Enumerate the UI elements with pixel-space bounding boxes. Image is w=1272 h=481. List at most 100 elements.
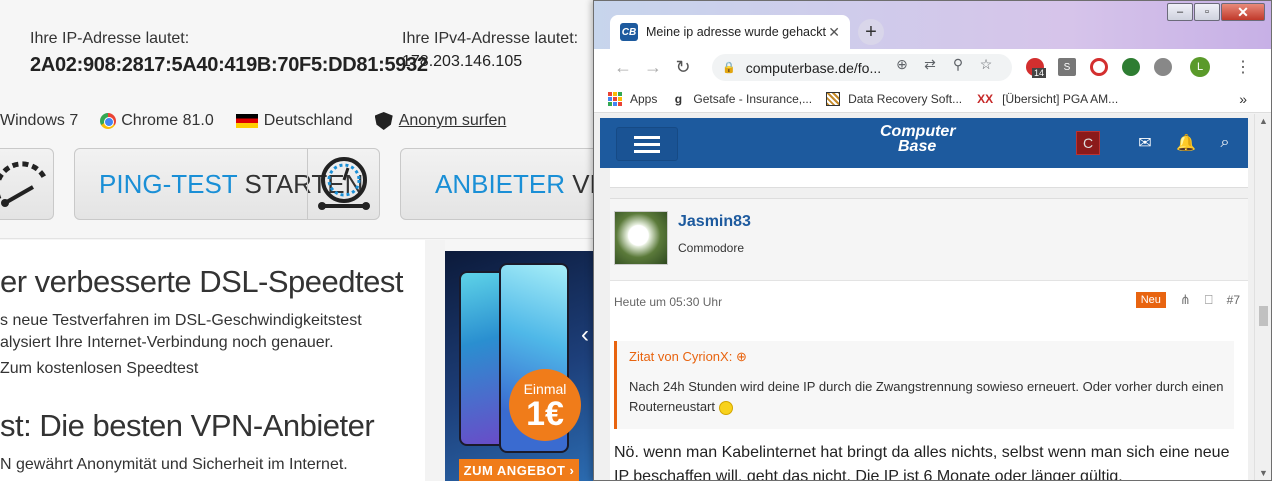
bookmark-data-recovery[interactable]: Data Recovery Soft... <box>826 91 962 106</box>
data-recovery-icon <box>826 91 841 106</box>
share-icon[interactable]: ⋔ <box>1180 292 1191 308</box>
logo-text-top: Computer <box>880 123 956 140</box>
profile-avatar[interactable]: L <box>1190 57 1210 77</box>
extension-red-icon[interactable]: 14 <box>1026 58 1047 78</box>
tab-title: Meine ip adresse wurde gehackt <box>646 25 826 39</box>
bookmark-apps[interactable]: Apps <box>608 91 657 106</box>
quote-source[interactable]: Zitat von CyrionX: ⊕ <box>629 349 747 365</box>
apps-grid-icon <box>608 91 622 106</box>
extensions-area: 14 S L <box>1026 57 1210 78</box>
speedometer-icon <box>0 161 48 207</box>
anon-info[interactable]: Anonym surfen <box>374 112 507 130</box>
ad-prev-arrow-icon[interactable]: ‹ <box>581 321 589 349</box>
getsafe-icon: g <box>674 91 683 106</box>
phone-advertisement[interactable]: ‹ Einmal 1€ ZUM ANGEBOT › <box>445 251 593 481</box>
forward-arrow-icon[interactable]: → <box>638 57 668 78</box>
price-badge: Einmal 1€ <box>509 369 581 441</box>
add-icon[interactable]: ⊕ <box>888 56 916 73</box>
maximize-button[interactable]: ▫ <box>1194 3 1220 21</box>
ping-test-button[interactable]: PING-TEST STARTEN <box>74 148 380 220</box>
computerbase-navbar: Computer Base C ✉ 🔔 ⌕ <box>600 118 1248 168</box>
articles-column: er verbesserte DSL-Speedtest s neue Test… <box>0 240 425 481</box>
reload-icon[interactable]: ↻ <box>668 57 698 78</box>
forum-post: Jasmin83 Commodore Heute um 05:30 Uhr Ne… <box>610 198 1248 480</box>
mail-icon[interactable]: ✉ <box>1136 133 1154 153</box>
smiley-icon <box>718 400 733 415</box>
bookmark-star-icon[interactable]: ☆ <box>972 56 1000 73</box>
ipv4-label: Ihre IPv4-Adresse lautet: <box>402 30 579 47</box>
os-label: Windows 7 <box>0 112 79 129</box>
post-username[interactable]: Jasmin83 <box>678 213 751 231</box>
article-text-line: N gewährt Anonymität und Sicherheit im I… <box>0 456 348 473</box>
logo-text-bottom: Base <box>898 138 937 155</box>
post-actions: Neu ⋔ ⎕ #7 <box>1135 292 1240 308</box>
new-tab-button[interactable]: + <box>858 19 884 45</box>
anonym-surfen-link[interactable]: Anonym surfen <box>399 112 507 130</box>
chrome-icon <box>100 113 117 129</box>
ping-gauge-box <box>307 149 379 219</box>
new-badge: Neu <box>1135 292 1166 308</box>
post-number[interactable]: #7 <box>1227 293 1240 307</box>
bookmarks-more-icon[interactable]: » <box>1239 91 1247 107</box>
scroll-down-icon[interactable]: ▼ <box>1259 468 1268 478</box>
url-text: computerbase.de/fo... <box>745 59 882 76</box>
extension-film-icon[interactable] <box>1154 58 1172 76</box>
article-text-line: s neue Testverfahren im DSL-Geschwindigk… <box>0 312 362 329</box>
ipv4-address-block: Ihre IPv4-Adresse lautet: 178.203.146.10… <box>402 30 578 71</box>
zoom-icon[interactable]: ⚲ <box>944 56 972 73</box>
column-separator <box>425 240 445 481</box>
computerbase-favicon-icon: CB <box>620 23 638 41</box>
menu-kebab-icon[interactable]: ⋮ <box>1235 57 1251 77</box>
translate-icon[interactable]: ⇄ <box>916 56 944 73</box>
os-info: Windows 7 <box>0 112 78 130</box>
previous-post-edge <box>610 168 1248 188</box>
ad-cta-button[interactable]: ZUM ANGEBOT › <box>459 459 579 481</box>
post-user-rank: Commodore <box>678 241 745 255</box>
vpn-shield-icon <box>374 112 393 130</box>
ping-gauge-icon <box>317 157 370 210</box>
close-window-button[interactable]: ✕ <box>1221 3 1265 21</box>
article-title-speedtest[interactable]: er verbesserte DSL-Speedtest <box>0 264 404 300</box>
country-info: Deutschland <box>235 112 353 130</box>
post-timestamp[interactable]: Heute um 05:30 Uhr <box>614 295 722 309</box>
user-avatar[interactable] <box>614 211 668 265</box>
page-viewport: Computer Base C ✉ 🔔 ⌕ Jasmin83 Commodore… <box>594 114 1271 480</box>
omnibox-actions: ⊕ ⇄ ⚲ ☆ <box>888 56 1000 73</box>
bell-icon[interactable]: 🔔 <box>1176 133 1196 153</box>
ip-value: 2A02:908:2817:5A40:419B:70F5:DD81:5932 <box>30 54 428 76</box>
section-divider <box>0 238 600 239</box>
pga-icon: XX <box>977 91 994 106</box>
block-extension-icon[interactable] <box>1090 58 1108 76</box>
extension-globe-icon[interactable] <box>1122 58 1140 76</box>
chrome-window: CB Meine ip adresse wurde gehackt ✕ + – … <box>593 0 1272 481</box>
speedtest-button[interactable] <box>0 148 54 220</box>
quote-text: Nach 24h Stunden wird deine IP durch die… <box>629 379 1224 415</box>
browser-toolbar: ← → ↻ 🔒 computerbase.de/fo... ⊕ ⇄ ⚲ ☆ 14… <box>594 49 1271 85</box>
article-title-vpn[interactable]: st: Die besten VPN-Anbieter <box>0 408 375 444</box>
bookmark-icon[interactable]: ⎕ <box>1205 292 1213 308</box>
speedtest-link[interactable]: Zum kostenlosen Speedtest <box>0 358 198 380</box>
bookmark-pga[interactable]: XX [Übersicht] PGA AM... <box>976 92 1118 106</box>
hamburger-menu-icon[interactable] <box>616 127 678 161</box>
navbar-actions: C ✉ 🔔 ⌕ <box>1076 131 1234 155</box>
minimize-button[interactable]: – <box>1167 3 1193 21</box>
computerbase-logo[interactable]: Computer Base <box>880 123 956 155</box>
ip-address-block: Ihre IP-Adresse lautet: 2A02:908:2817:5A… <box>30 30 428 77</box>
lock-icon: 🔒 <box>722 62 736 74</box>
page-scrollbar[interactable]: ▲ ▼ <box>1254 114 1271 480</box>
user-account-button[interactable]: C <box>1076 131 1100 155</box>
bookmark-getsafe[interactable]: g Getsafe - Insurance,... <box>671 92 812 106</box>
extension-badge: 14 <box>1032 68 1047 78</box>
system-info-row: Windows 7 Chrome 81.0 Deutschland Anonym… <box>0 112 528 130</box>
back-arrow-icon[interactable]: ← <box>608 57 638 78</box>
scroll-up-icon[interactable]: ▲ <box>1259 116 1268 126</box>
browser-tab-active[interactable]: CB Meine ip adresse wurde gehackt ✕ <box>610 15 850 49</box>
scroll-thumb[interactable] <box>1259 306 1268 326</box>
quote-jump-icon[interactable]: ⊕ <box>736 349 747 364</box>
ipv4-value: 178.203.146.105 <box>402 53 523 70</box>
bookmarks-bar: Apps g Getsafe - Insurance,... Data Reco… <box>594 85 1271 113</box>
search-icon[interactable]: ⌕ <box>1216 134 1234 152</box>
extension-s-icon[interactable]: S <box>1058 58 1076 76</box>
title-bar: CB Meine ip adresse wurde gehackt ✕ + – … <box>594 1 1271 49</box>
tab-close-icon[interactable]: ✕ <box>828 24 840 41</box>
